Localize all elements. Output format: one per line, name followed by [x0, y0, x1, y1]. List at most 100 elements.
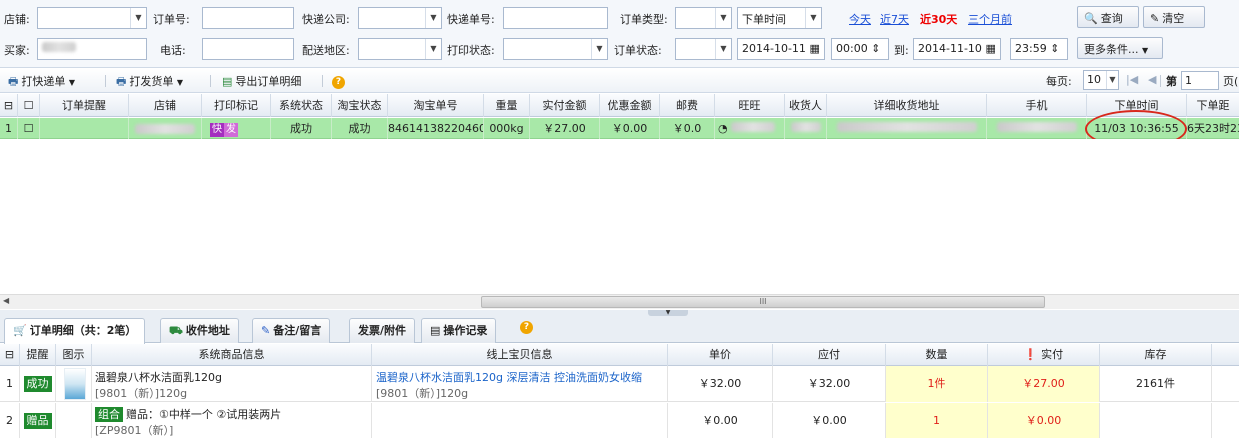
select-all-icon[interactable]: ⊟: [0, 94, 18, 117]
order-type-select[interactable]: ▼: [675, 7, 732, 29]
col-online-product[interactable]: 线上宝贝信息: [372, 344, 668, 366]
spinner-icon[interactable]: ⇕: [871, 42, 880, 55]
spinner-icon[interactable]: ⇕: [1050, 42, 1059, 55]
tab-notes[interactable]: ✎ 备注/留言: [252, 318, 331, 343]
date-to-input[interactable]: 2014-11-10 ▦: [913, 38, 1001, 60]
buyer-input[interactable]: [37, 38, 147, 60]
col-unit-price[interactable]: 单价: [668, 344, 773, 366]
col-payable[interactable]: 应付: [773, 344, 886, 366]
prev-page-icon[interactable]: ◀: [1148, 73, 1156, 86]
calendar-icon[interactable]: ▦: [809, 42, 819, 55]
col-quantity[interactable]: 数量: [886, 344, 988, 366]
col-discount[interactable]: 优惠金额: [600, 94, 660, 117]
col-order-time[interactable]: 下单时间: [1087, 94, 1187, 117]
detail-row[interactable]: 2 赠品 组合 赠品：①中样一个 ②试用装两片 [ZP9801（新）] ￥0.00…: [0, 403, 1239, 438]
col-system-status[interactable]: 系统状态: [271, 94, 332, 117]
cell-actual-paid[interactable]: ￥0.00: [988, 403, 1100, 438]
table-row[interactable]: 1 ☐ 快发 成功 成功 84614138220460 000kg ￥27.00…: [0, 118, 1239, 139]
panel-splitter-handle[interactable]: ▼: [648, 310, 688, 316]
tab-shipping-address[interactable]: ⛟ 收件地址: [160, 318, 239, 343]
cell-image[interactable]: [56, 366, 92, 402]
detail-row[interactable]: 1 成功 温碧泉八杯水洁面乳120g [9801（新）]120g 温碧泉八杯水洁…: [0, 366, 1239, 402]
shop-select[interactable]: ▼: [37, 7, 147, 29]
online-product-link[interactable]: 温碧泉八杯水洁面乳120g 深层清洁 控油洗面奶女收缩: [376, 369, 663, 385]
orders-grid-header: ⊟ ☐ 订单提醒 店铺 打印标记 系统状态 淘宝状态 淘宝单号 重量 实付金额 …: [0, 94, 1239, 117]
col-wangwang[interactable]: 旺旺: [715, 94, 785, 117]
col-reminder[interactable]: 提醒: [20, 344, 56, 366]
col-paid[interactable]: 实付金额: [530, 94, 600, 117]
col-weight[interactable]: 重量: [484, 94, 530, 117]
cell-print-tag: 快发: [202, 118, 271, 139]
per-page-select[interactable]: 10 ▼: [1083, 70, 1119, 90]
col-taobao-status[interactable]: 淘宝状态: [332, 94, 388, 117]
system-product-name: 温碧泉八杯水洁面乳120g: [95, 371, 222, 384]
collapse-icon[interactable]: ⊟: [0, 344, 20, 366]
col-print-tag[interactable]: 打印标记: [202, 94, 271, 117]
toolbar-divider: [322, 75, 323, 87]
tab-order-details[interactable]: 🛒 订单明细（共：2笔）: [4, 318, 146, 344]
col-image[interactable]: 图示: [56, 344, 92, 366]
region-select[interactable]: ▼: [358, 38, 442, 60]
row-check-icon[interactable]: ☐: [18, 94, 40, 117]
quick-7days-link[interactable]: 近7天: [880, 11, 909, 27]
order-status-select[interactable]: ▼: [675, 38, 732, 60]
col-elapsed[interactable]: 下单距: [1187, 94, 1239, 117]
first-page-icon[interactable]: |◀: [1126, 73, 1138, 86]
cell-paid: ￥27.00: [530, 118, 600, 139]
wangwang-icon[interactable]: ◔: [718, 122, 728, 135]
col-actual-paid[interactable]: ❗ 实付: [988, 344, 1100, 366]
date-from-value: 2014-10-11: [742, 42, 806, 55]
cell-quantity[interactable]: 1件: [886, 366, 988, 402]
online-product-sku: [9801（新）]120g: [376, 387, 469, 400]
tracking-input[interactable]: [503, 7, 608, 29]
scroll-left-icon[interactable]: ◀: [3, 296, 9, 305]
col-postage[interactable]: 邮费: [660, 94, 715, 117]
quick-30days-link[interactable]: 近30天: [920, 11, 957, 27]
phone-input[interactable]: [202, 38, 294, 60]
col-shop[interactable]: 店铺: [129, 94, 202, 117]
col-system-product[interactable]: 系统商品信息: [92, 344, 372, 366]
horizontal-scrollbar[interactable]: ◀ III: [0, 294, 1239, 309]
print-delivery-button[interactable]: 🖶 打发货单 ▼: [116, 73, 183, 92]
product-thumbnail[interactable]: [64, 368, 86, 400]
tab-operation-log[interactable]: ▤ 操作记录: [421, 318, 497, 343]
scrollbar-thumb[interactable]: III: [481, 296, 1045, 308]
print-delivery-label: 打发货单: [129, 75, 174, 88]
quick-today-link[interactable]: 今天: [849, 11, 871, 27]
cell-quantity[interactable]: 1: [886, 403, 988, 438]
quick-3months-link[interactable]: 三个月前: [968, 11, 1012, 27]
alert-icon: ❗: [1023, 348, 1038, 361]
time-from-input[interactable]: 00:00 ⇕: [831, 38, 889, 60]
cell-elapsed: 6天23时23: [1187, 122, 1239, 135]
page-input[interactable]: 1: [1181, 71, 1219, 90]
query-button[interactable]: 🔍 查询: [1077, 6, 1139, 28]
col-taobao-no[interactable]: 淘宝单号: [388, 94, 484, 117]
col-stock[interactable]: 库存: [1100, 344, 1212, 366]
col-address[interactable]: 详细收货地址: [827, 94, 987, 117]
tab-invoice[interactable]: 发票/附件: [349, 318, 416, 343]
date-from-input[interactable]: 2014-10-11 ▦: [737, 38, 825, 60]
order-no-input[interactable]: [202, 7, 294, 29]
row-checkbox[interactable]: ☐: [18, 118, 40, 139]
col-order-reminder[interactable]: 订单提醒: [40, 94, 129, 117]
chevron-down-icon: ▼: [425, 39, 441, 59]
calendar-icon[interactable]: ▦: [985, 42, 995, 55]
chevron-down-icon: ▼: [715, 39, 731, 59]
export-details-button[interactable]: ▤ 导出订单明细: [222, 73, 301, 89]
courier-select[interactable]: ▼: [358, 7, 442, 29]
cell-postage: ￥0.0: [660, 118, 715, 139]
print-express-button[interactable]: 🖶 打快递单 ▼: [8, 73, 75, 92]
more-conditions-button[interactable]: 更多条件... ▼: [1077, 37, 1163, 59]
col-mobile[interactable]: 手机: [987, 94, 1087, 117]
help-icon[interactable]: ?: [332, 74, 345, 89]
clear-button[interactable]: ✎ 清空: [1143, 6, 1205, 28]
time-type-select[interactable]: 下单时间 ▼: [737, 7, 822, 29]
help-icon[interactable]: ?: [520, 319, 533, 334]
time-to-input[interactable]: 23:59 ⇕: [1010, 38, 1068, 60]
print-status-select[interactable]: ▼: [503, 38, 608, 60]
cell-system-product: 温碧泉八杯水洁面乳120g [9801（新）]120g: [92, 366, 372, 402]
chevron-down-icon: ▼: [1142, 46, 1149, 55]
cell-actual-paid[interactable]: ￥27.00: [988, 366, 1100, 402]
col-recipient[interactable]: 收货人: [785, 94, 827, 117]
cell-taobao-status: 成功: [332, 118, 388, 139]
